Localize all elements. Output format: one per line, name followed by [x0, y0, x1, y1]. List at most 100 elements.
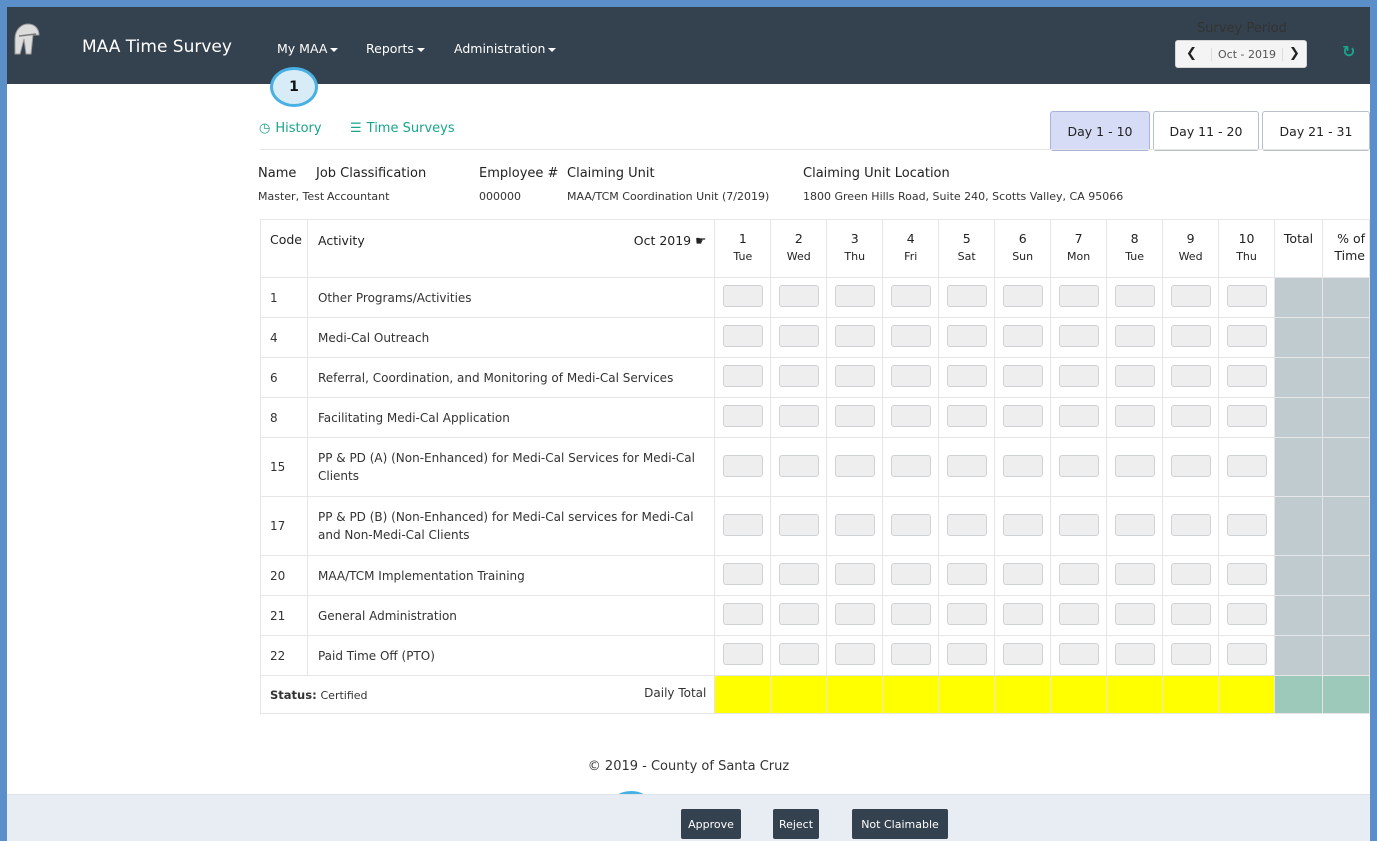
hours-input[interactable]	[890, 365, 931, 387]
day-range-11-20-button[interactable]: Day 11 - 20	[1153, 111, 1259, 151]
chevron-left-icon[interactable]: ❮	[1186, 46, 1197, 61]
hours-input[interactable]	[946, 325, 987, 347]
chevron-right-icon[interactable]: ❯	[1289, 46, 1300, 61]
hours-input[interactable]	[1114, 365, 1155, 387]
hours-input[interactable]	[946, 454, 987, 477]
hours-input[interactable]	[1170, 643, 1211, 665]
hours-input[interactable]	[1114, 405, 1155, 427]
hours-input[interactable]	[890, 405, 931, 427]
hours-input[interactable]	[1002, 365, 1043, 387]
nav-menu-reports[interactable]: Reports	[366, 41, 425, 56]
hours-input[interactable]	[834, 643, 875, 665]
hours-input[interactable]	[722, 454, 763, 477]
hours-input[interactable]	[1226, 563, 1267, 585]
day-range-1-10-button[interactable]: Day 1 - 10	[1050, 111, 1150, 151]
hours-input[interactable]	[1170, 325, 1211, 347]
time-surveys-link[interactable]: ☰ Time Surveys	[350, 121, 455, 136]
hours-input[interactable]	[1002, 325, 1043, 347]
hours-input[interactable]	[834, 365, 875, 387]
hours-input[interactable]	[722, 563, 763, 585]
hours-input[interactable]	[778, 325, 819, 347]
hours-input[interactable]	[834, 285, 875, 307]
hours-input[interactable]	[722, 513, 763, 536]
hours-input[interactable]	[1002, 563, 1043, 585]
hours-input[interactable]	[722, 405, 763, 427]
hours-input[interactable]	[1058, 405, 1099, 427]
hours-input[interactable]	[778, 285, 819, 307]
hours-input[interactable]	[1226, 285, 1267, 307]
hours-input[interactable]	[1058, 563, 1099, 585]
hours-input[interactable]	[946, 513, 987, 536]
nav-menu-administration[interactable]: Administration	[454, 41, 557, 56]
hours-input[interactable]	[722, 603, 763, 625]
hours-input[interactable]	[946, 405, 987, 427]
hours-input[interactable]	[778, 405, 819, 427]
hours-input[interactable]	[1170, 603, 1211, 625]
month-label[interactable]: Oct 2019 ☛	[634, 232, 707, 250]
hours-input[interactable]	[778, 563, 819, 585]
hours-input[interactable]	[1002, 285, 1043, 307]
hours-input[interactable]	[778, 365, 819, 387]
hours-input[interactable]	[722, 285, 763, 307]
hours-input[interactable]	[1114, 603, 1155, 625]
hours-input[interactable]	[834, 325, 875, 347]
hours-input[interactable]	[890, 285, 931, 307]
hours-input[interactable]	[946, 365, 987, 387]
not-claimable-button[interactable]: Not Claimable	[852, 809, 948, 839]
history-link[interactable]: ◷ History	[259, 121, 322, 136]
hours-input[interactable]	[834, 454, 875, 477]
hours-input[interactable]	[1002, 405, 1043, 427]
hours-input[interactable]	[890, 454, 931, 477]
hours-input[interactable]	[722, 365, 763, 387]
hours-input[interactable]	[1058, 513, 1099, 536]
hours-input[interactable]	[1114, 563, 1155, 585]
hours-input[interactable]	[834, 513, 875, 536]
hours-input[interactable]	[1114, 325, 1155, 347]
hours-input[interactable]	[890, 513, 931, 536]
hours-input[interactable]	[1058, 454, 1099, 477]
hours-input[interactable]	[1058, 285, 1099, 307]
hours-input[interactable]	[1002, 454, 1043, 477]
hours-input[interactable]	[946, 285, 987, 307]
hours-input[interactable]	[1226, 325, 1267, 347]
hours-input[interactable]	[890, 563, 931, 585]
hours-input[interactable]	[1226, 513, 1267, 536]
hours-input[interactable]	[1170, 563, 1211, 585]
hours-input[interactable]	[778, 454, 819, 477]
reject-button[interactable]: Reject	[773, 809, 819, 839]
hours-input[interactable]	[1114, 454, 1155, 477]
hours-input[interactable]	[1170, 513, 1211, 536]
hours-input[interactable]	[1170, 285, 1211, 307]
hours-input[interactable]	[778, 513, 819, 536]
refresh-icon[interactable]: ↻	[1342, 42, 1355, 61]
nav-menu-my-maa[interactable]: My MAA	[277, 41, 339, 56]
hours-input[interactable]	[722, 325, 763, 347]
hours-input[interactable]	[834, 405, 875, 427]
hours-input[interactable]	[1226, 405, 1267, 427]
hours-input[interactable]	[946, 643, 987, 665]
hours-input[interactable]	[946, 563, 987, 585]
brand-title[interactable]: MAA Time Survey	[82, 37, 232, 57]
hours-input[interactable]	[890, 603, 931, 625]
hours-input[interactable]	[834, 603, 875, 625]
hours-input[interactable]	[1058, 643, 1099, 665]
hours-input[interactable]	[1170, 405, 1211, 427]
hours-input[interactable]	[778, 643, 819, 665]
hours-input[interactable]	[1002, 513, 1043, 536]
hours-input[interactable]	[1170, 454, 1211, 477]
hours-input[interactable]	[1226, 365, 1267, 387]
hours-input[interactable]	[1114, 285, 1155, 307]
survey-period-value[interactable]: Oct - 2019	[1211, 48, 1283, 61]
day-range-21-31-button[interactable]: Day 21 - 31	[1262, 111, 1370, 151]
hours-input[interactable]	[1226, 454, 1267, 477]
approve-button[interactable]: Approve	[681, 809, 741, 839]
hours-input[interactable]	[1114, 643, 1155, 665]
hours-input[interactable]	[1170, 365, 1211, 387]
hours-input[interactable]	[1058, 603, 1099, 625]
hours-input[interactable]	[722, 643, 763, 665]
hours-input[interactable]	[1114, 513, 1155, 536]
hours-input[interactable]	[890, 325, 931, 347]
hours-input[interactable]	[946, 603, 987, 625]
hours-input[interactable]	[1226, 643, 1267, 665]
hours-input[interactable]	[1226, 603, 1267, 625]
